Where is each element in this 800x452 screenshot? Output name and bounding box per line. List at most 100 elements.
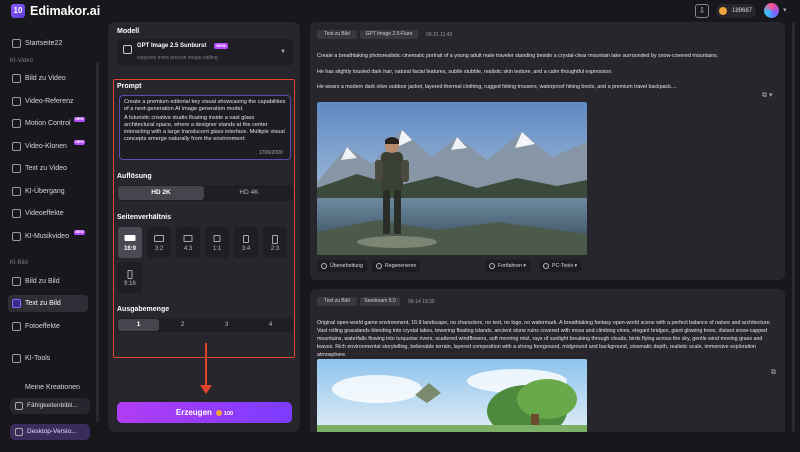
clone-icon <box>12 142 21 151</box>
sidebar-scrollbar[interactable] <box>96 62 99 422</box>
avatar[interactable] <box>764 3 779 18</box>
refresh-icon <box>376 263 382 269</box>
sidebar-item-label: Text zu Bild <box>25 300 61 307</box>
home-icon <box>12 39 21 48</box>
regenerate-label: Regenerieren <box>385 263 417 269</box>
sidebar-item-ki-uebergang[interactable]: KI-Übergang <box>8 183 88 200</box>
copy-icon[interactable]: ⧉ <box>771 369 776 377</box>
sidebar-item-text-zu-video[interactable]: Text zu Video <box>8 160 88 177</box>
sidebar-item-bild-zu-video[interactable]: Bild zu Video <box>8 70 88 87</box>
ratio-4-3[interactable]: 4:3 <box>176 227 200 258</box>
sidebar-item-label: KI-Musikvideo <box>25 233 69 240</box>
sidebar-item-label: KI-Tools <box>25 355 51 362</box>
mountain-lake-picture <box>317 102 587 255</box>
copy-icon[interactable]: ⧉ ▾ <box>762 91 772 100</box>
model-select[interactable]: GPT Image 2.5 Sunburst NEW supports more… <box>117 39 293 66</box>
ratio-9-16[interactable]: 9:16 <box>118 262 142 293</box>
chevron-down-icon[interactable]: ▾ <box>783 6 787 14</box>
sidebar-item-home[interactable]: Startseite22 <box>8 35 88 52</box>
prompt-counter: 1706/2000 <box>259 150 283 156</box>
generated-image-mountain[interactable] <box>317 102 587 255</box>
sidebar-item-text-zu-bild[interactable]: Text zu Bild <box>8 295 88 312</box>
pc-icon <box>543 263 549 269</box>
sparkle-icon <box>489 263 495 269</box>
sidebar-item-videoeffekte[interactable]: Videoeffekte <box>8 205 88 222</box>
continue-button[interactable]: Fortfahren ▾ <box>485 260 530 272</box>
result-card: Text zu Bild GPT Image 2.5-Flare 09-21 1… <box>310 22 785 280</box>
model-name: GPT Image 2.5 Sunburst <box>137 43 207 49</box>
text-video-icon <box>12 164 21 173</box>
results-scrollbar[interactable] <box>792 22 795 432</box>
coin-icon <box>719 7 727 15</box>
regenerate-button[interactable]: Regenerieren <box>372 260 421 272</box>
sidebar-item-label: Text zu Video <box>25 165 67 172</box>
transition-icon <box>12 187 21 196</box>
count-selector: 1 2 3 4 <box>117 318 293 332</box>
sidebar-item-label: Video-Klonen <box>25 143 67 150</box>
result-prompt-text: Original open-world game environment, 16… <box>317 320 772 358</box>
revise-button[interactable]: Überarbeitung <box>317 260 367 272</box>
sidebar-item-meine-kreationen[interactable]: Meine Kreationen <box>8 384 88 392</box>
new-badge: NEW <box>74 230 85 235</box>
sidebar-item-ki-musikvideo[interactable]: KI-Musikvideo NEW <box>8 228 88 245</box>
ratio-label-text: 2:3 <box>270 246 280 252</box>
section-ki-video: KI-Video <box>10 58 33 64</box>
image-video-icon <box>12 74 21 83</box>
continue-label: Fortfahren <box>498 263 522 269</box>
ratio-3-4[interactable]: 3:4 <box>234 227 258 258</box>
sidebar-item-label: Fotoeffekte <box>25 323 60 330</box>
ratio-label-text: 3:2 <box>154 246 164 252</box>
sidebar-item-video-referenz[interactable]: Video-Referenz <box>8 93 88 110</box>
resolution-hd-2k[interactable]: HD 2K <box>118 186 204 200</box>
sidebar-item-motion-control[interactable]: Motion Control NEW <box>8 115 88 132</box>
sidebar-item-fotoeffekte[interactable]: Fotoeffekte <box>8 318 88 335</box>
prompt-label: Prompt <box>117 83 142 90</box>
result-date: 09-14 18:35 <box>408 299 435 305</box>
credits-badge[interactable]: 189687 <box>716 4 756 18</box>
count-4[interactable]: 4 <box>250 319 291 331</box>
count-label: Ausgabemenge <box>117 306 170 313</box>
sidebar-item-label: KI-Übergang <box>25 188 65 195</box>
count-1[interactable]: 1 <box>118 319 159 331</box>
ratio-1-1[interactable]: 1:1 <box>205 227 229 258</box>
count-2[interactable]: 2 <box>162 319 203 331</box>
generated-image-fantasy[interactable] <box>317 359 587 432</box>
app-name: Edimakor.ai <box>30 4 101 18</box>
app-logo[interactable]: 10 <box>11 4 25 18</box>
effects-icon <box>12 209 21 218</box>
ratio-3-2[interactable]: 3:2 <box>147 227 171 258</box>
annotation-arrow <box>205 343 207 387</box>
ratio-16-9[interactable]: 16:9 <box>118 227 142 258</box>
generate-cost: 100 <box>223 411 234 417</box>
ratio-shape-icon <box>154 235 164 242</box>
image-icon <box>12 277 21 286</box>
count-3[interactable]: 3 <box>206 319 247 331</box>
ratio-label-text: 9:16 <box>124 281 136 287</box>
tools-icon <box>12 354 21 363</box>
resolution-hd-4k[interactable]: HD 4K <box>206 186 292 200</box>
desktop-version-button[interactable]: Desktop-Versio... <box>10 424 90 440</box>
ratio-label-text: 3:4 <box>241 246 251 252</box>
sidebar-item-ki-tools[interactable]: KI-Tools <box>8 350 88 367</box>
ratio-shape-icon <box>183 235 193 242</box>
skills-library-button[interactable]: Fähigkeitenbibli... <box>10 398 90 414</box>
ratio-label-text: 4:3 <box>183 246 193 252</box>
ratio-label-text: 1:1 <box>212 246 222 252</box>
sidebar-item-video-klonen[interactable]: Video-Klonen NEW <box>8 138 88 155</box>
video-reference-icon <box>12 97 21 106</box>
settings-panel: Modell GPT Image 2.5 Sunburst NEW suppor… <box>108 22 300 432</box>
sidebar-item-label: Videoeffekte <box>25 210 64 217</box>
motion-icon <box>12 119 21 128</box>
text-image-icon <box>12 299 21 308</box>
sidebar-item-bild-zu-bild[interactable]: Bild zu Bild <box>8 273 88 290</box>
generate-button[interactable]: Erzeugen 100 <box>117 402 292 423</box>
coin-icon <box>215 409 222 416</box>
pc-tools-button[interactable]: PC-Tools ▾ <box>539 260 582 272</box>
photo-effects-icon <box>12 322 21 331</box>
download-icon[interactable]: ⇩ <box>695 4 709 18</box>
library-icon <box>15 402 23 410</box>
annotation-arrow-head <box>200 385 212 394</box>
music-icon <box>12 232 21 241</box>
ratio-2-3[interactable]: 2:3 <box>263 227 287 258</box>
model-subtitle: supports more precise image editing <box>137 55 218 61</box>
